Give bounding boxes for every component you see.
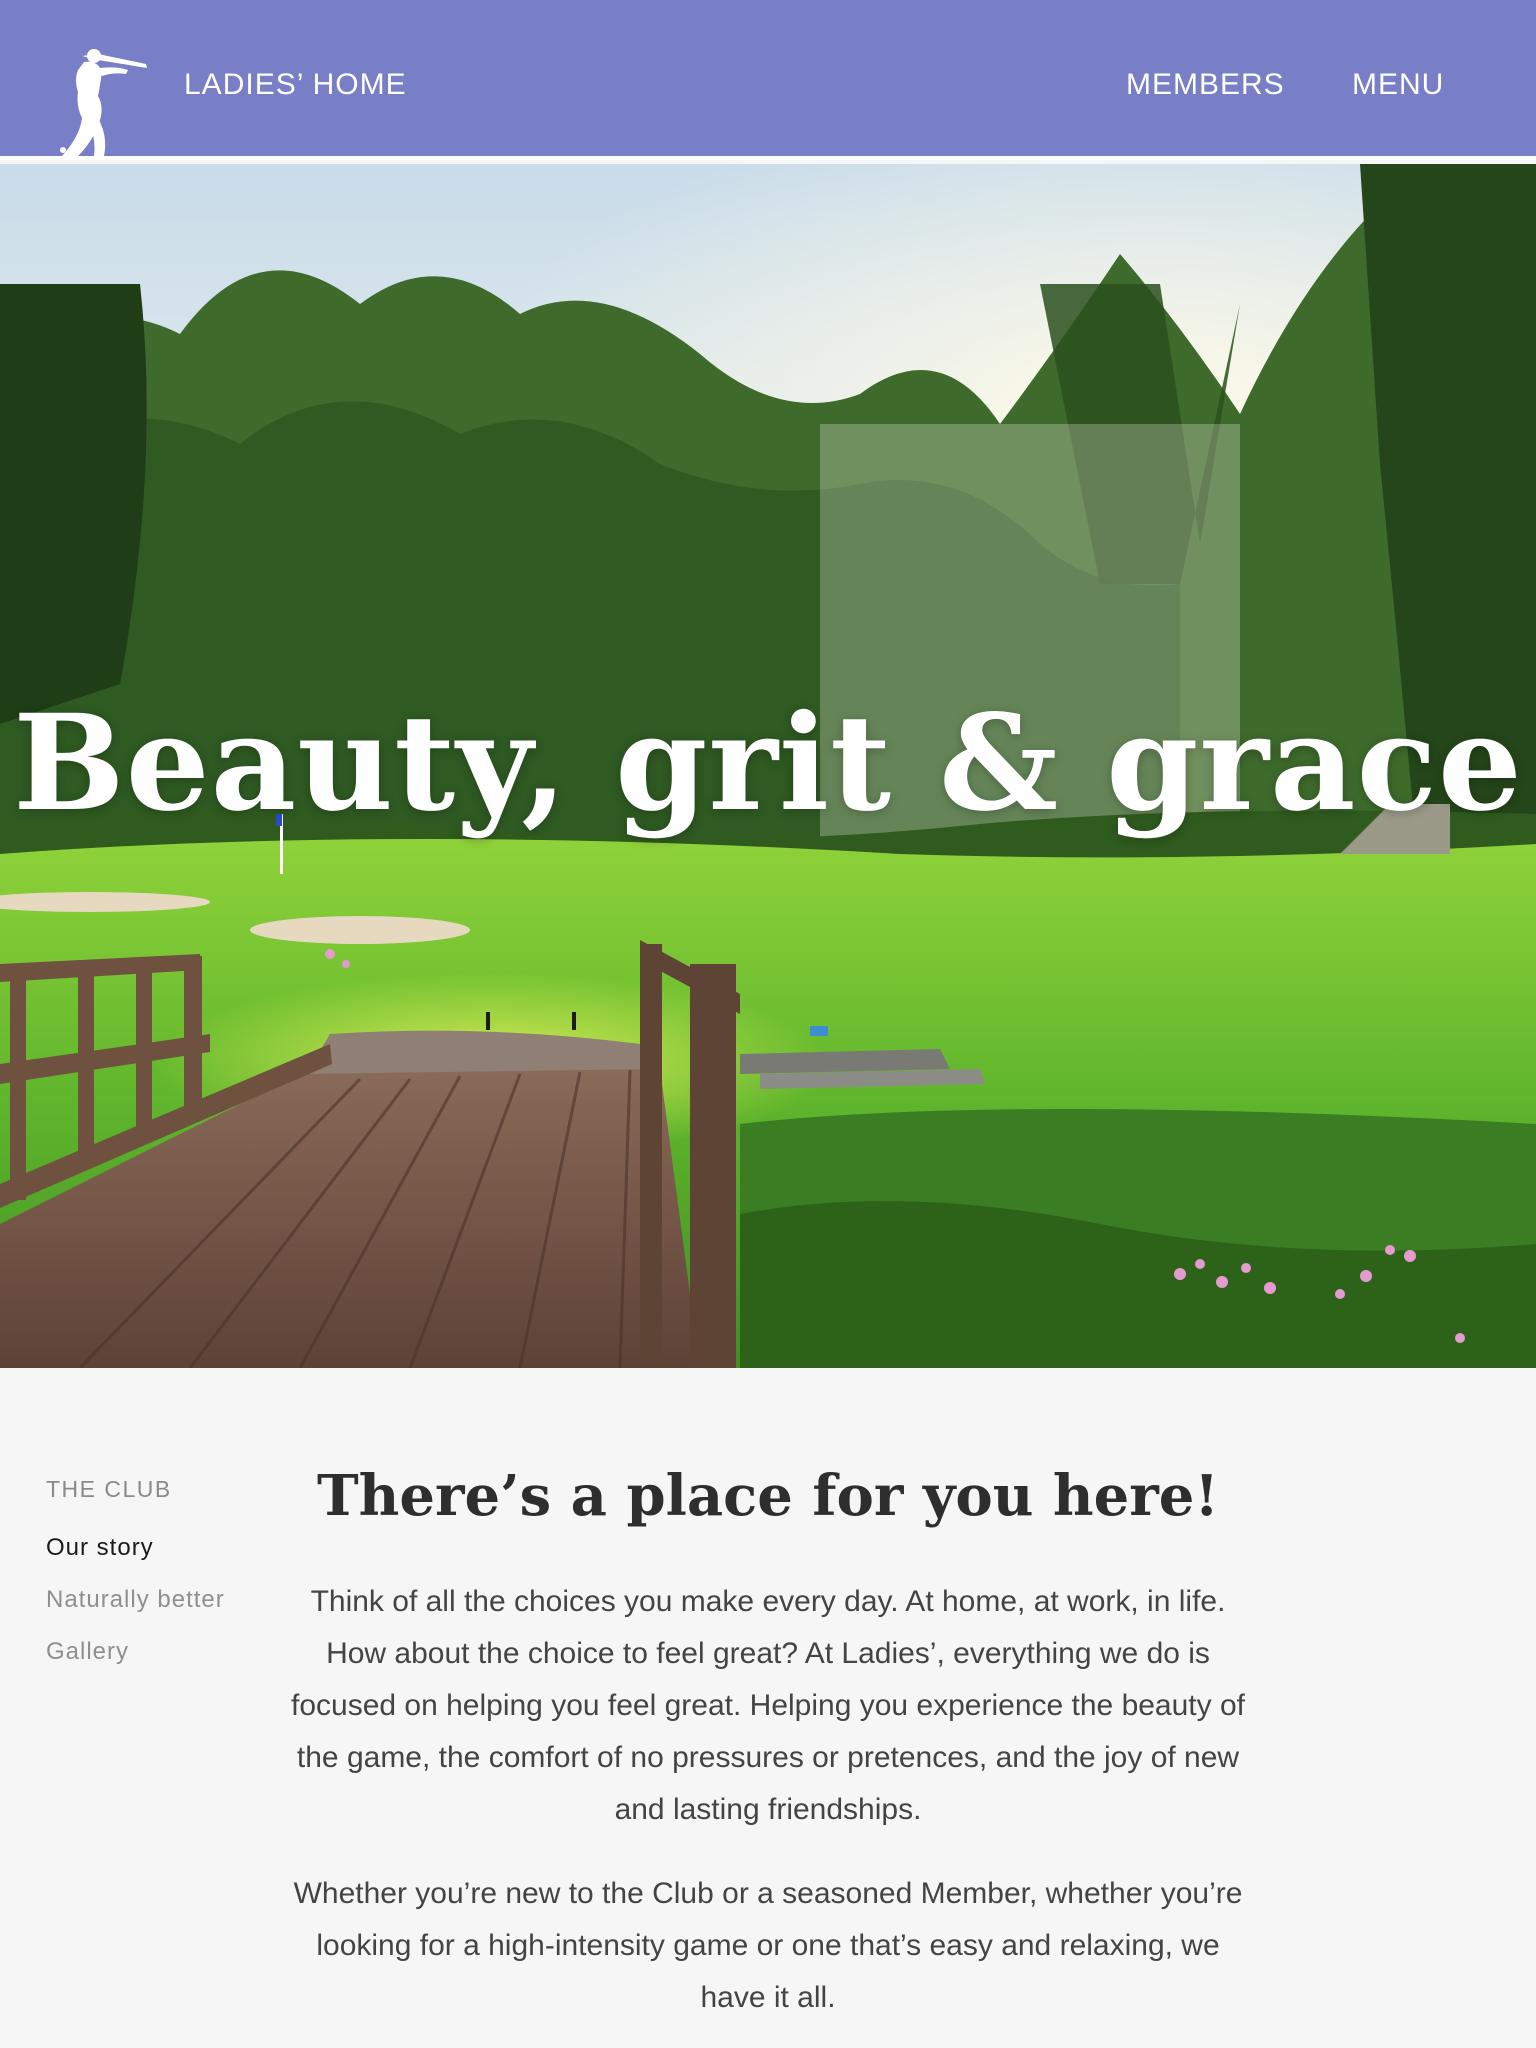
site-header: LADIES’ HOME MEMBERS MENU (0, 0, 1536, 160)
sidebar-item-our-story[interactable]: Our story (46, 1534, 154, 1562)
section-title: There’s a place for you here! (317, 1463, 1219, 1529)
sidebar-item-naturally-better[interactable]: Naturally better (46, 1586, 225, 1614)
members-link[interactable]: MEMBERS (1126, 64, 1285, 106)
golfer-silhouette-logo-icon[interactable] (54, 44, 154, 160)
site-title-link[interactable]: LADIES’ HOME (184, 64, 407, 106)
sidebar-heading: THE CLUB (46, 1476, 172, 1502)
sidebar-item-gallery[interactable]: Gallery (46, 1638, 129, 1666)
intro-paragraph: Think of all the choices you make every … (291, 1585, 1245, 1826)
menu-button[interactable]: MENU (1352, 64, 1444, 106)
second-paragraph: Whether you’re new to the Club or a seas… (293, 1877, 1243, 2014)
hero-banner: Beauty, grit & grace (0, 164, 1536, 1368)
hero-headline: Beauty, grit & grace (13, 686, 1523, 841)
main-content: THE CLUB Our story Naturally better Gall… (0, 1368, 1536, 2048)
